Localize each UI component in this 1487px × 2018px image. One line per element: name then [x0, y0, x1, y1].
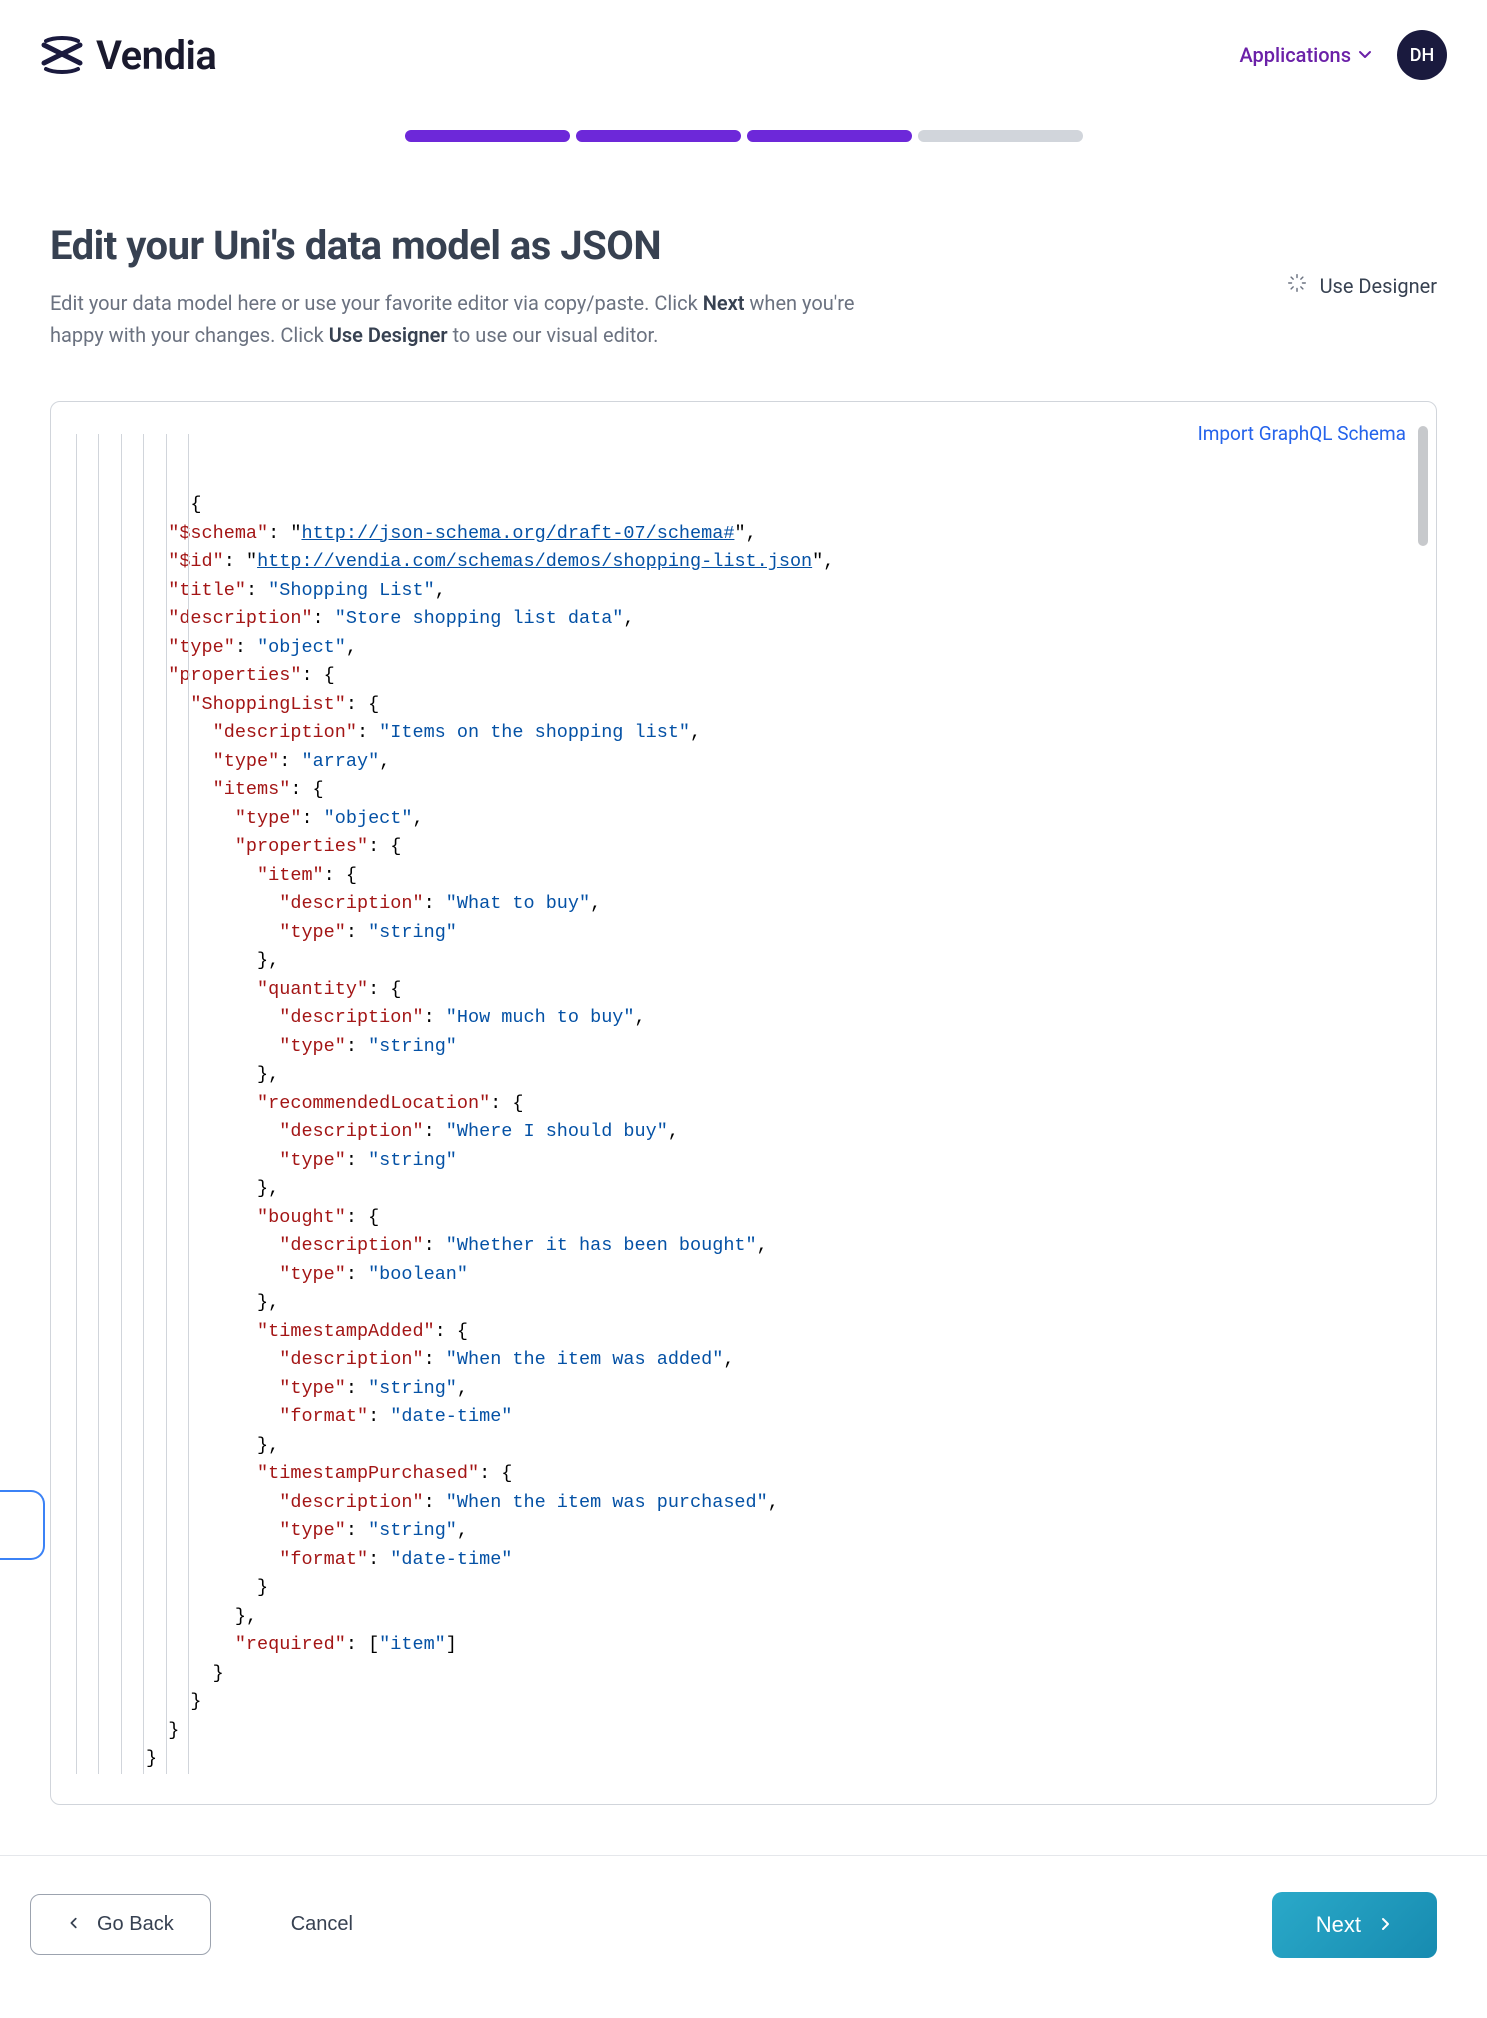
vendia-logo-icon: [40, 33, 84, 77]
applications-label: Applications: [1239, 43, 1351, 67]
use-designer-button[interactable]: Use Designer: [1286, 272, 1437, 299]
title-block: Edit your Uni's data model as JSON Edit …: [50, 222, 870, 351]
go-back-label: Go Back: [97, 1913, 174, 1936]
json-editor[interactable]: Import GraphQL Schema { "$schema": "http…: [50, 401, 1437, 1805]
progress-step-1: [405, 130, 570, 142]
magic-wand-icon: [1286, 272, 1308, 299]
side-tab[interactable]: [0, 1490, 45, 1560]
progress-stepper: [0, 130, 1487, 142]
go-back-button[interactable]: Go Back: [30, 1894, 211, 1955]
header-right: Applications DH: [1239, 30, 1447, 80]
chevron-left-icon: [67, 1913, 81, 1936]
footer-actions: Go Back Cancel Next: [0, 1855, 1487, 2018]
code-gutter: [76, 434, 199, 1774]
progress-step-3: [747, 130, 912, 142]
brand-logo[interactable]: Vendia: [40, 32, 216, 79]
next-button[interactable]: Next: [1272, 1892, 1437, 1958]
progress-step-4: [918, 130, 1083, 142]
user-avatar[interactable]: DH: [1397, 30, 1447, 80]
page-description: Edit your data model here or use your fa…: [50, 287, 870, 351]
editor-scrollbar[interactable]: [1418, 426, 1428, 1780]
app-header: Vendia Applications DH: [0, 0, 1487, 110]
cancel-button[interactable]: Cancel: [291, 1913, 353, 1936]
progress-step-2: [576, 130, 741, 142]
chevron-right-icon: [1377, 1912, 1393, 1938]
editor-scrollbar-thumb[interactable]: [1418, 426, 1428, 546]
brand-name: Vendia: [96, 32, 216, 79]
applications-menu[interactable]: Applications: [1239, 43, 1373, 67]
chevron-down-icon: [1357, 43, 1373, 67]
use-designer-label: Use Designer: [1320, 274, 1437, 298]
next-label: Next: [1316, 1912, 1361, 1938]
page-title: Edit your Uni's data model as JSON: [50, 222, 870, 269]
avatar-initials: DH: [1410, 45, 1435, 66]
code-editor-content[interactable]: { "$schema": "http://json-schema.org/dra…: [76, 422, 1411, 1774]
